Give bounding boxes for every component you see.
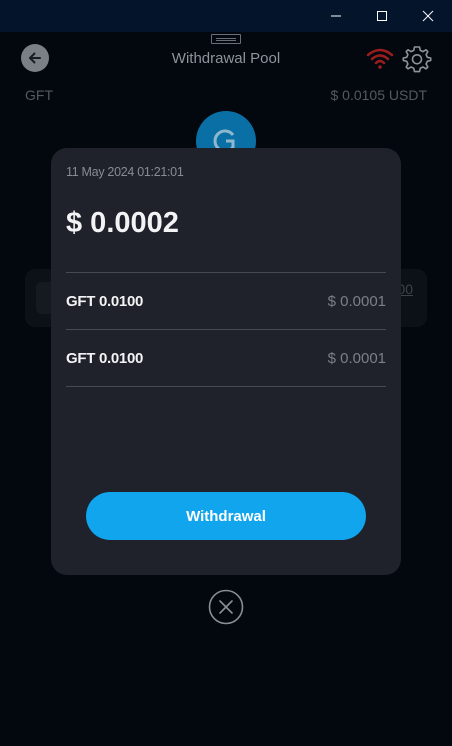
row-label: GFT 0.0100 <box>66 293 144 310</box>
wifi-icon <box>366 48 394 69</box>
asset-name: GFT <box>25 87 53 103</box>
minimize-icon <box>331 15 341 17</box>
app-body: Withdrawal Pool GFT $ 0.0105 USDT 00 11 … <box>0 32 452 746</box>
close-icon <box>422 10 434 22</box>
withdrawal-button[interactable]: Withdrawal <box>86 492 366 540</box>
list-item: GFT 0.0100 $ 0.0001 <box>66 273 386 329</box>
window-titlebar <box>0 0 452 32</box>
gear-icon[interactable] <box>402 44 432 74</box>
modal-date: 11 May 2024 01:21:01 <box>66 165 184 179</box>
drag-handle-icon[interactable] <box>211 34 241 44</box>
close-modal-icon[interactable] <box>208 589 244 625</box>
close-window-button[interactable] <box>405 0 451 32</box>
modal-total-amount: $ 0.0002 <box>66 207 179 239</box>
list-item: GFT 0.0100 $ 0.0001 <box>66 330 386 386</box>
row-value: $ 0.0001 <box>327 293 386 310</box>
row-label: GFT 0.0100 <box>66 350 144 367</box>
withdrawal-modal: 11 May 2024 01:21:01 $ 0.0002 GFT 0.0100… <box>51 148 401 575</box>
minimize-button[interactable] <box>313 0 359 32</box>
divider <box>66 386 386 387</box>
row-value: $ 0.0001 <box>327 350 386 367</box>
asset-price: $ 0.0105 USDT <box>330 87 428 103</box>
maximize-button[interactable] <box>359 0 405 32</box>
maximize-icon <box>377 11 387 21</box>
